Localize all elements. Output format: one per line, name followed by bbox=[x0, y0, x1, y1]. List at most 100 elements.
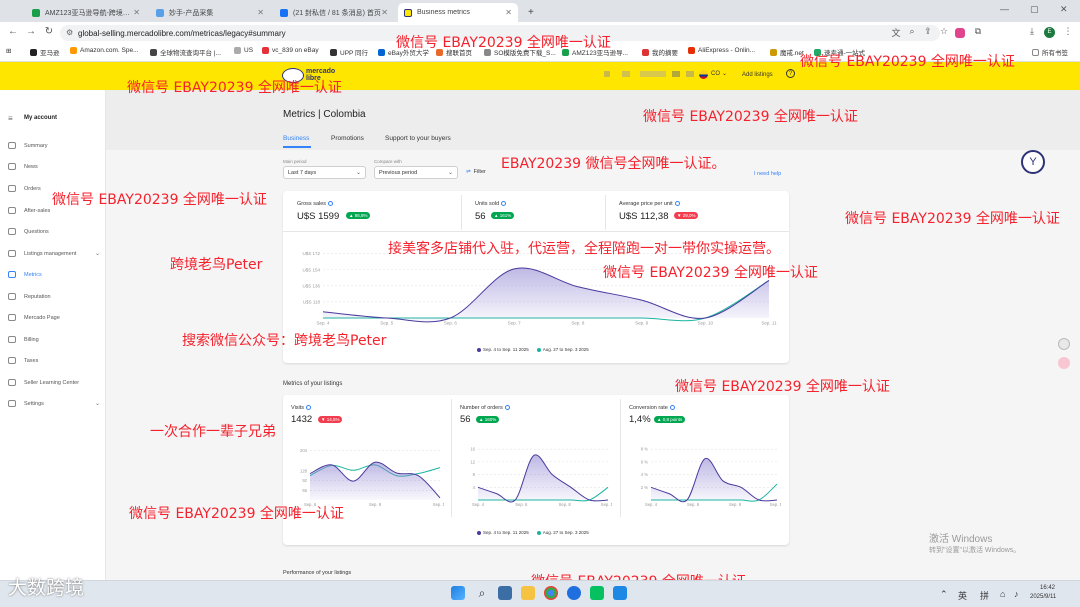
sidebar-item-reputation[interactable]: Reputation bbox=[8, 293, 100, 300]
folder-icon[interactable] bbox=[521, 586, 535, 600]
sidebar-item-learning[interactable]: Seller Learning Center bbox=[8, 379, 100, 386]
back-icon[interactable]: ← bbox=[6, 26, 20, 37]
watermark-text: 微信号 EBAY20239 全网唯一认证 bbox=[129, 506, 344, 522]
brand-watermark: 大数跨境 bbox=[8, 577, 85, 599]
bookmark-item[interactable]: 魔戒.net bbox=[770, 47, 804, 57]
close-window-icon[interactable]: ✕ bbox=[1060, 4, 1068, 15]
zoom-icon[interactable]: ⌕ bbox=[906, 26, 918, 40]
info-icon[interactable] bbox=[501, 201, 507, 207]
side-tool-icon[interactable] bbox=[1058, 357, 1070, 369]
sidebar-item-listings[interactable]: Listings management ⌄ bbox=[8, 250, 100, 257]
ime-language[interactable]: 英 bbox=[958, 589, 967, 602]
network-icon[interactable]: ⌂ bbox=[1000, 589, 1005, 599]
y-tick-label: 56 bbox=[302, 488, 307, 493]
volume-icon[interactable]: ♪ bbox=[1014, 589, 1019, 599]
bookmark-item[interactable]: Amazon.com. Spe... bbox=[70, 47, 139, 54]
tab-support[interactable]: Support to your buyers bbox=[385, 135, 451, 142]
translate-icon[interactable]: 文 bbox=[890, 26, 902, 40]
main-period-select[interactable]: Last 7 days ⌄ bbox=[283, 166, 366, 179]
ime-mode[interactable]: 拼 bbox=[980, 589, 989, 602]
kpi-label: Conversion rate bbox=[629, 405, 675, 411]
hamburger-icon[interactable]: ≡ bbox=[8, 114, 13, 123]
bookmark-item[interactable]: AliExpress - Onlin... bbox=[688, 47, 755, 54]
sidebar-item-taxes[interactable]: Taxes bbox=[8, 357, 100, 364]
watermark-text: 一次合作一辈子兄弟 bbox=[150, 424, 276, 440]
side-tool-icon[interactable] bbox=[1058, 338, 1070, 350]
help-icon[interactable]: ? bbox=[786, 69, 795, 78]
clock-date[interactable]: 2025/9/11 bbox=[1030, 594, 1056, 600]
sidebar-item-mercado-page[interactable]: Mercado Page bbox=[8, 314, 100, 321]
sidebar-item-metrics[interactable]: Metrics bbox=[8, 271, 100, 278]
tab-business[interactable]: Business bbox=[283, 135, 309, 142]
bookmark-item[interactable]: vc_839 on eBay bbox=[262, 47, 319, 54]
watermark-text: 接美客多店铺代入驻，代运营，全程陪跑一对一带你实操运营。 bbox=[388, 241, 780, 257]
sidebar-item-billing[interactable]: Billing bbox=[8, 336, 100, 343]
info-icon[interactable] bbox=[328, 201, 334, 207]
start-icon[interactable] bbox=[451, 586, 465, 600]
maximize-icon[interactable]: ▢ bbox=[1030, 4, 1039, 15]
bookmark-item[interactable]: UPP 同行 bbox=[330, 47, 368, 57]
share-icon[interactable]: ⇪ bbox=[922, 26, 934, 40]
search-icon[interactable]: ⌕ bbox=[475, 586, 489, 600]
compare-select[interactable]: Previous period ⌄ bbox=[374, 166, 458, 179]
edge-icon[interactable] bbox=[567, 586, 581, 600]
new-tab-button[interactable]: + bbox=[522, 3, 538, 22]
ebay-icon bbox=[378, 48, 385, 56]
reload-icon[interactable]: ↻ bbox=[42, 26, 56, 37]
browser-tab[interactable]: (21 封私信 / 81 条消息) 首页 ✕ bbox=[274, 3, 394, 22]
bookmark-item[interactable]: 我的摘要 bbox=[642, 47, 678, 57]
y-tick-label: 2 % bbox=[641, 485, 648, 490]
filter-button[interactable]: ⇌ Filter bbox=[466, 169, 486, 175]
browser-tab[interactable]: AMZ123亚马逊导航-跨境电商 ✕ bbox=[26, 3, 146, 22]
bookmark-item[interactable]: US bbox=[234, 47, 253, 54]
forward-icon[interactable]: → bbox=[24, 26, 38, 37]
wechat-icon[interactable] bbox=[590, 586, 604, 600]
info-icon[interactable] bbox=[504, 405, 510, 411]
sidebar-item-summary[interactable]: Summary bbox=[8, 142, 100, 149]
tray-chevron-icon[interactable]: ⌃ bbox=[940, 589, 948, 600]
add-listings-link[interactable]: Add listings bbox=[742, 72, 773, 78]
need-help-link[interactable]: I need help bbox=[754, 171, 781, 177]
x-tick-label: Sep. 7 bbox=[508, 321, 522, 326]
watermark-text: 跨境老鸟Peter bbox=[170, 257, 263, 273]
info-icon[interactable] bbox=[669, 405, 675, 411]
tab-promotions[interactable]: Promotions bbox=[331, 135, 364, 142]
profile-avatar[interactable]: E bbox=[1044, 27, 1055, 38]
sidebar-item-news[interactable]: News bbox=[8, 163, 100, 170]
y-tick-label: U$S 118 bbox=[303, 299, 321, 304]
bookmark-item[interactable]: 亚马逊 bbox=[30, 47, 60, 57]
sidebar-item-questions[interactable]: Questions bbox=[8, 228, 100, 235]
app-icon[interactable] bbox=[613, 586, 627, 600]
legend-dot bbox=[536, 347, 541, 352]
info-icon[interactable] bbox=[306, 405, 312, 411]
extension-icon[interactable] bbox=[955, 28, 965, 38]
assistant-widget-icon[interactable]: Y bbox=[1021, 150, 1045, 174]
app-icon[interactable] bbox=[498, 586, 512, 600]
site-info-icon[interactable]: ⚙ bbox=[66, 28, 73, 37]
info-icon[interactable] bbox=[674, 201, 680, 207]
minimize-icon[interactable]: — bbox=[1000, 4, 1009, 14]
y-tick-label: 12 bbox=[470, 459, 475, 464]
close-icon[interactable]: ✕ bbox=[381, 8, 388, 17]
close-icon[interactable]: ✕ bbox=[505, 8, 512, 17]
close-icon[interactable]: ✕ bbox=[133, 8, 140, 17]
chrome-icon[interactable] bbox=[544, 586, 558, 600]
notification-icon[interactable] bbox=[604, 71, 610, 77]
browser-tab[interactable]: 妙手-产品采集 ✕ bbox=[150, 3, 270, 22]
bookmark-item[interactable]: 全球物流查询平台 |... bbox=[150, 47, 221, 57]
menu-icon[interactable]: ⋮ bbox=[1062, 26, 1074, 40]
all-bookmarks-folder[interactable]: 所有书签 bbox=[1032, 47, 1068, 57]
download-icon[interactable]: ⤓ bbox=[1026, 26, 1038, 40]
apps-icon[interactable]: ⊞ bbox=[6, 47, 11, 55]
extensions-icon[interactable]: ⧉ bbox=[972, 26, 984, 40]
blurred-item bbox=[686, 71, 694, 77]
kpi-value: U$S 112,38 bbox=[619, 211, 669, 222]
country-selector[interactable]: CO bbox=[711, 71, 720, 77]
sidebar-item-settings[interactable]: Settings ⌄ bbox=[8, 400, 100, 407]
browser-tab-active[interactable]: Business metrics ✕ bbox=[398, 3, 518, 22]
x-tick-label: Sep. 4 bbox=[316, 321, 330, 326]
kpi-change-badge: ▲ 160% bbox=[476, 416, 500, 423]
close-icon[interactable]: ✕ bbox=[257, 8, 264, 17]
bookmark-star-icon[interactable]: ☆ bbox=[938, 26, 950, 40]
clock-time[interactable]: 16:42 bbox=[1040, 585, 1055, 591]
